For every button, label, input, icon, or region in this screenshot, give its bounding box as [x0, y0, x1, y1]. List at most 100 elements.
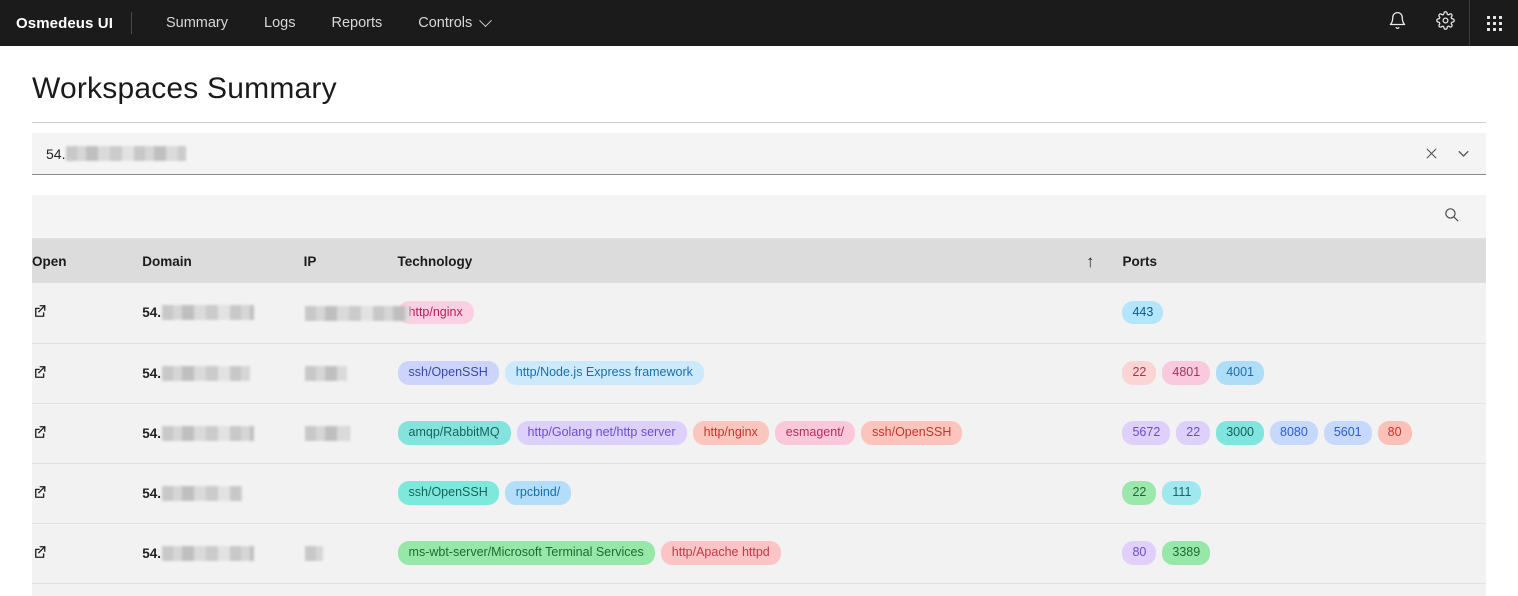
cell-domain: 54. — [142, 463, 304, 524]
brand-divider — [130, 12, 132, 34]
external-link-icon[interactable] — [32, 485, 50, 504]
table-row[interactable]: 54. http/nginx 443 — [32, 283, 1486, 344]
domain-prefix: 54. — [142, 425, 162, 441]
domain-prefix: 54. — [142, 305, 162, 321]
notifications-button[interactable] — [1373, 0, 1421, 46]
port-badge[interactable]: 3000 — [1216, 421, 1265, 445]
redacted-ip — [304, 545, 323, 561]
port-badge[interactable]: 5672 — [1122, 421, 1171, 445]
nav-links: Summary Logs Reports Controls — [148, 0, 508, 46]
redacted-ip — [304, 305, 410, 321]
port-badge[interactable]: 80 — [1122, 541, 1157, 565]
cell-ports: 22 4801 4001 — [1122, 343, 1486, 404]
external-link-icon[interactable] — [32, 545, 50, 564]
technology-tag[interactable]: http/Golang net/http server — [516, 421, 687, 445]
nav-item-reports-label: Reports — [331, 15, 383, 31]
search-icon — [1443, 206, 1460, 228]
port-badge[interactable]: 22 — [1122, 361, 1157, 385]
cell-ip — [303, 403, 398, 464]
external-link-icon[interactable] — [32, 305, 50, 323]
nav-item-reports[interactable]: Reports — [313, 0, 400, 46]
table-row[interactable]: 54. amqp/RabbitMQ http/Golang net/http ser… — [32, 403, 1486, 464]
port-badge[interactable]: 5601 — [1323, 421, 1372, 445]
nav-item-summary[interactable]: Summary — [148, 0, 246, 46]
workspaces-table: Open Domain IP Technology ↑ Ports 54. ht… — [32, 239, 1486, 584]
nav-item-controls[interactable]: Controls — [400, 0, 508, 46]
cell-open — [32, 403, 143, 464]
technology-tag-list: ssh/OpenSSH rpcbind/ — [397, 481, 1123, 505]
settings-button[interactable] — [1421, 0, 1469, 46]
technology-tag[interactable]: amqp/RabbitMQ — [397, 421, 511, 445]
table-row[interactable]: 54. ms-wbt-server/Microsoft Terminal Serv… — [32, 523, 1486, 584]
port-badge-list: 5672 22 3000 8080 5601 80 — [1122, 421, 1486, 445]
table-body: 54. http/nginx 443 54. ssh/OpenSSH http/Node.… — [32, 283, 1486, 584]
cell-domain: 54. — [142, 283, 304, 344]
technology-tag[interactable]: http/nginx — [692, 421, 769, 445]
column-header-domain[interactable]: Domain — [142, 239, 304, 283]
port-badge[interactable]: 4801 — [1162, 361, 1211, 385]
technology-tag[interactable]: rpcbind/ — [504, 481, 572, 505]
port-badge[interactable]: 111 — [1162, 481, 1202, 505]
technology-tag[interactable]: http/Node.js Express framework — [504, 361, 704, 385]
technology-tag[interactable]: ssh/OpenSSH — [397, 481, 499, 505]
apps-launcher-button[interactable] — [1470, 0, 1518, 46]
column-header-open[interactable]: Open — [32, 239, 143, 283]
port-badge[interactable]: 4001 — [1216, 361, 1265, 385]
workspace-select-value: 54. — [46, 146, 1418, 162]
page-title: Workspaces Summary — [32, 72, 337, 105]
domain-prefix: 54. — [142, 545, 162, 561]
cell-ip — [303, 343, 398, 404]
domain-prefix: 54. — [142, 365, 162, 381]
port-badge[interactable]: 443 — [1122, 301, 1164, 325]
external-link-icon[interactable] — [32, 365, 50, 384]
nav-item-logs[interactable]: Logs — [246, 0, 313, 46]
search-button[interactable] — [1438, 204, 1464, 230]
cell-technology: ssh/OpenSSH rpcbind/ — [397, 463, 1123, 524]
cell-ports: 443 — [1122, 283, 1486, 344]
navbar-spacer — [508, 0, 1373, 46]
cell-open — [32, 283, 143, 344]
technology-tag[interactable]: ssh/OpenSSH — [397, 361, 499, 385]
redacted-workspace-name — [66, 146, 187, 161]
sort-ascending-icon[interactable]: ↑ — [1086, 253, 1095, 270]
cell-ip — [303, 463, 398, 524]
cell-open — [32, 343, 143, 404]
brand-logo[interactable]: Osmedeus UI — [0, 0, 131, 46]
column-header-ip[interactable]: IP — [303, 239, 398, 283]
technology-tag[interactable]: http/Apache httpd — [660, 541, 781, 565]
nav-item-controls-label: Controls — [418, 15, 473, 31]
table-footer-spacer — [32, 583, 1486, 596]
cell-ip — [303, 283, 410, 344]
cell-technology: ssh/OpenSSH http/Node.js Express framewor… — [397, 343, 1123, 404]
column-header-technology-label: Technology — [397, 253, 473, 269]
column-header-technology[interactable]: Technology ↑ — [397, 239, 1123, 283]
clear-selection-button[interactable] — [1418, 141, 1444, 167]
navbar-actions — [1373, 0, 1518, 46]
technology-tag[interactable]: ms-wbt-server/Microsoft Terminal Service… — [397, 541, 655, 565]
cell-technology: http/nginx — [397, 283, 1123, 344]
bell-icon — [1388, 11, 1407, 35]
table-row[interactable]: 54. ssh/OpenSSH rpcbind/22 111 — [32, 463, 1486, 524]
table-row[interactable]: 54. ssh/OpenSSH http/Node.js Express frame… — [32, 343, 1486, 404]
redacted-domain — [162, 485, 243, 501]
port-badge-list: 80 3389 — [1122, 541, 1486, 565]
port-badge[interactable]: 3389 — [1162, 541, 1211, 565]
cell-technology: ms-wbt-server/Microsoft Terminal Service… — [397, 523, 1123, 584]
technology-tag[interactable]: esmagent/ — [774, 421, 856, 445]
expand-dropdown-button[interactable] — [1450, 141, 1476, 167]
port-badge[interactable]: 22 — [1122, 481, 1157, 505]
port-badge[interactable]: 80 — [1377, 421, 1412, 445]
external-link-icon[interactable] — [32, 425, 50, 444]
chevron-down-icon — [479, 13, 493, 27]
workspace-select[interactable]: 54. — [32, 133, 1486, 175]
table-toolbar — [32, 195, 1486, 239]
port-badge[interactable]: 22 — [1176, 421, 1211, 445]
workspace-select-value-text: 54. — [46, 145, 66, 162]
technology-tag[interactable]: ssh/OpenSSH — [861, 421, 963, 445]
cell-domain: 54. — [142, 523, 304, 584]
redacted-domain — [162, 545, 255, 561]
port-badge[interactable]: 8080 — [1270, 421, 1318, 445]
technology-tag-list: http/nginx — [397, 301, 1123, 325]
cell-open — [32, 463, 143, 524]
column-header-ports[interactable]: Ports — [1122, 239, 1486, 283]
